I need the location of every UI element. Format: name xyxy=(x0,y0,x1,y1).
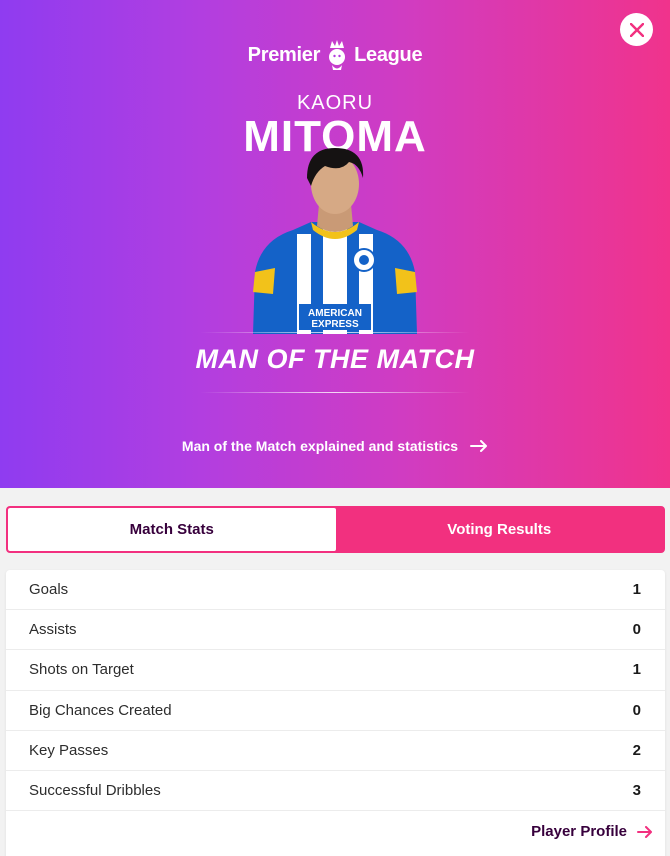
logo-text-left: Premier xyxy=(247,43,321,66)
divider-bottom xyxy=(200,392,470,393)
tab-match-stats[interactable]: Match Stats xyxy=(8,508,336,551)
award-title: MAN OF THE MATCH xyxy=(195,344,475,374)
sponsor-line1: AMERICAN xyxy=(308,308,362,319)
player-profile-label: Player Profile xyxy=(531,823,627,841)
player-photo: AMERICAN EXPRESS xyxy=(253,148,417,334)
explained-link[interactable]: Man of the Match explained and statistic… xyxy=(0,438,670,454)
stat-value: 1 xyxy=(632,581,641,599)
arrow-right-icon xyxy=(637,825,652,838)
player-profile-link[interactable]: Player Profile xyxy=(6,811,665,840)
close-icon xyxy=(629,22,644,37)
stat-value: 2 xyxy=(632,741,641,759)
stat-row-key-passes: Key Passes 2 xyxy=(6,731,665,771)
explained-link-label: Man of the Match explained and statistic… xyxy=(181,438,459,454)
hero-banner: Premier League KAORU MITOMA AMERICAN EXP… xyxy=(0,0,670,488)
stat-row-successful-dribbles: Successful Dribbles 3 xyxy=(6,771,665,812)
stat-label: Key Passes xyxy=(29,741,109,759)
stat-row-big-chances-created: Big Chances Created 0 xyxy=(6,691,665,731)
stat-row-shots-on-target: Shots on Target 1 xyxy=(6,650,665,691)
stat-label: Successful Dribbles xyxy=(29,782,161,800)
sponsor-line2: EXPRESS xyxy=(311,319,359,330)
logo-text-right: League xyxy=(354,43,423,66)
stat-row-goals: Goals 1 xyxy=(6,570,665,611)
premier-league-logo: Premier League xyxy=(0,38,670,72)
stat-value: 0 xyxy=(632,621,641,639)
stats-table: Goals 1 Assists 0 Shots on Target 1 Big … xyxy=(6,570,665,856)
stat-label: Assists xyxy=(29,621,77,639)
lion-crown-icon xyxy=(329,40,346,70)
stat-label: Goals xyxy=(29,581,69,599)
arrow-right-icon xyxy=(470,440,488,452)
divider-top xyxy=(200,332,470,333)
stat-value: 3 xyxy=(632,782,641,800)
tab-bar: Match Stats Voting Results xyxy=(6,506,665,553)
stat-value: 1 xyxy=(632,661,641,679)
stat-label: Big Chances Created xyxy=(29,701,172,719)
stat-value: 0 xyxy=(632,701,641,719)
stat-label: Shots on Target xyxy=(29,661,134,679)
stat-row-assists: Assists 0 xyxy=(6,610,665,651)
tab-voting-results[interactable]: Voting Results xyxy=(336,508,664,551)
